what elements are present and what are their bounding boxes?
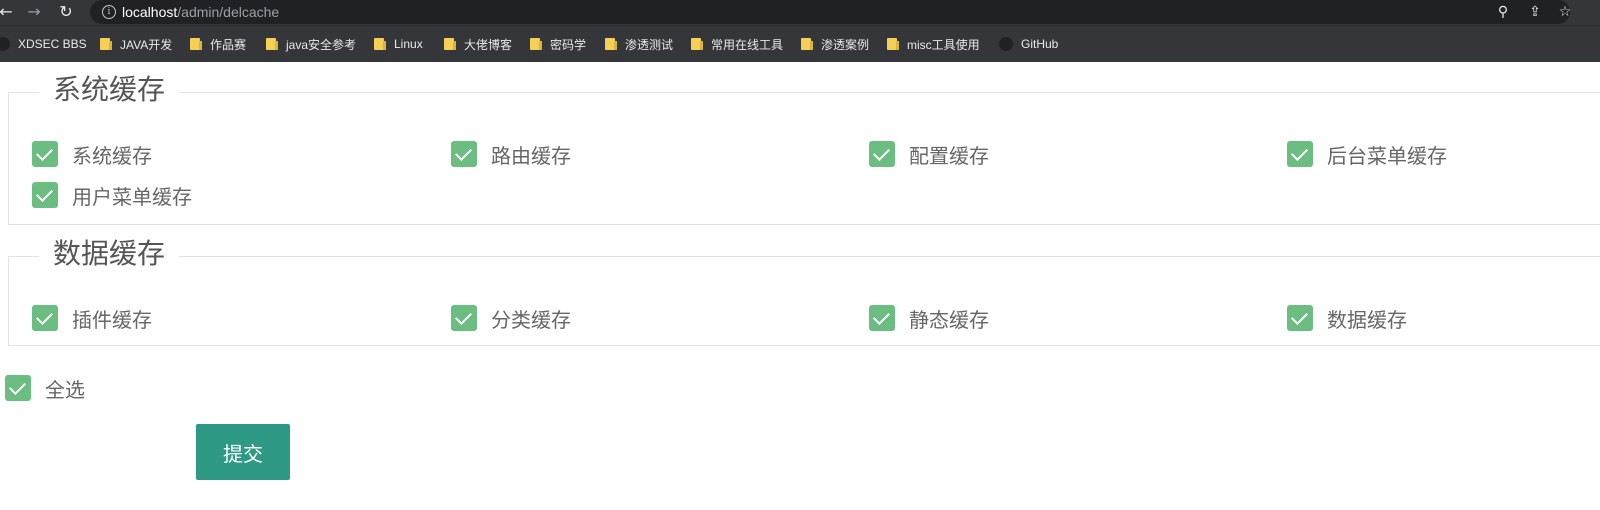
folder-icon [605, 38, 617, 50]
url-text[interactable]: localhost/admin/delcache [122, 3, 279, 21]
bookmark-label: 大佬博客 [464, 37, 513, 52]
bookmark-label: JAVA开发 [120, 37, 173, 52]
folder-icon [887, 38, 899, 50]
bookmark-folder-online-tools[interactable]: 常用在线工具 [691, 35, 783, 53]
address-bar[interactable]: i localhost/admin/delcache ⚲ ⇪ ☆ [90, 0, 1571, 24]
checkmark-icon[interactable] [32, 141, 58, 167]
bookmark-folder-blogs[interactable]: 大佬博客 [444, 35, 512, 53]
checkmark-icon[interactable] [32, 305, 58, 331]
bookmark-folder-java-security[interactable]: java安全参考 [266, 35, 356, 53]
bookmark-label: GitHub [1021, 37, 1059, 51]
checkmark-icon[interactable] [1287, 141, 1313, 167]
browser-toolbar: ← → ↻ i localhost/admin/delcache ⚲ ⇪ ☆ [0, 0, 1600, 25]
bookmark-folder-pentest[interactable]: 渗透测试 [605, 35, 673, 53]
folder-icon [444, 38, 456, 50]
bookmark-label: Linux [394, 37, 423, 51]
site-icon [0, 37, 10, 51]
bookmark-folder-works[interactable]: 作品赛 [190, 35, 246, 53]
checkmark-icon[interactable] [1287, 305, 1313, 331]
checkmark-icon[interactable] [5, 375, 31, 401]
bookmarks-bar: XDSEC BBS JAVA开发 作品赛 java安全参考 Linux 大佬博客… [0, 25, 1600, 62]
system-cache-fieldset: 系统缓存 系统缓存 路由缓存 配置缓存 后台菜单缓存 用户菜单缓存 [8, 73, 1600, 225]
bookmark-star-icon[interactable]: ☆ [1556, 3, 1574, 21]
bookmark-folder-crypto[interactable]: 密码学 [530, 35, 586, 53]
checkbox-label: 数据缓存 [1327, 307, 1407, 332]
back-arrow-icon[interactable]: ← [0, 2, 16, 22]
checkbox-label: 插件缓存 [72, 307, 152, 332]
bookmark-folder-java[interactable]: JAVA开发 [100, 35, 172, 53]
folder-icon [691, 38, 703, 50]
bookmark-label: java安全参考 [286, 37, 357, 52]
folder-icon [530, 38, 542, 50]
bookmark-label: 常用在线工具 [711, 37, 784, 52]
folder-icon [374, 38, 386, 50]
checkbox-label: 后台菜单缓存 [1327, 143, 1447, 168]
submit-button[interactable]: 提交 [196, 424, 290, 480]
checkbox-plugin-cache[interactable]: 插件缓存 [32, 304, 152, 332]
reload-icon[interactable]: ↻ [56, 2, 76, 22]
forward-arrow-icon[interactable]: → [24, 2, 44, 22]
folder-icon [100, 38, 112, 50]
checkbox-label: 系统缓存 [72, 143, 152, 168]
info-icon[interactable]: i [102, 5, 116, 19]
bookmark-xdsec[interactable]: XDSEC BBS [0, 35, 87, 53]
checkmark-icon[interactable] [451, 141, 477, 167]
bookmark-label: 渗透案例 [821, 37, 870, 52]
checkbox-route-cache[interactable]: 路由缓存 [451, 140, 571, 168]
bookmark-folder-misc-tools[interactable]: misc工具使用 [887, 35, 980, 53]
zoom-icon[interactable]: ⚲ [1494, 3, 1512, 21]
bookmark-label: misc工具使用 [907, 37, 980, 52]
checkbox-config-cache[interactable]: 配置缓存 [869, 140, 989, 168]
checkbox-select-all[interactable]: 全选 [5, 374, 85, 402]
bookmark-folder-pentest-cases[interactable]: 渗透案例 [801, 35, 869, 53]
checkbox-label: 用户菜单缓存 [72, 184, 192, 209]
checkbox-data-cache[interactable]: 数据缓存 [1287, 304, 1407, 332]
bookmark-label: 密码学 [550, 37, 587, 52]
github-icon [999, 37, 1013, 51]
bookmark-github[interactable]: GitHub [999, 35, 1058, 53]
checkmark-icon[interactable] [451, 305, 477, 331]
folder-icon [266, 38, 278, 50]
share-icon[interactable]: ⇪ [1526, 3, 1544, 21]
checkbox-label: 路由缓存 [491, 143, 571, 168]
checkbox-label: 分类缓存 [491, 307, 571, 332]
checkmark-icon[interactable] [869, 305, 895, 331]
bookmark-label: XDSEC BBS [18, 37, 87, 51]
bookmark-label: 渗透测试 [625, 37, 674, 52]
data-cache-fieldset: 数据缓存 插件缓存 分类缓存 静态缓存 数据缓存 [8, 237, 1600, 346]
select-all-label: 全选 [45, 377, 85, 402]
folder-icon [190, 38, 202, 50]
checkbox-category-cache[interactable]: 分类缓存 [451, 304, 571, 332]
checkbox-system-cache[interactable]: 系统缓存 [32, 140, 152, 168]
data-cache-legend: 数据缓存 [39, 237, 180, 271]
checkmark-icon[interactable] [32, 182, 58, 208]
url-host: localhost [122, 4, 178, 20]
checkbox-user-menu-cache[interactable]: 用户菜单缓存 [32, 181, 192, 209]
url-path: /admin/delcache [177, 4, 280, 20]
bookmark-folder-linux[interactable]: Linux [374, 35, 423, 53]
folder-icon [801, 38, 813, 50]
checkbox-label: 静态缓存 [909, 307, 989, 332]
system-cache-legend: 系统缓存 [39, 73, 180, 107]
checkbox-admin-menu-cache[interactable]: 后台菜单缓存 [1287, 140, 1447, 168]
checkbox-static-cache[interactable]: 静态缓存 [869, 304, 989, 332]
checkmark-icon[interactable] [869, 141, 895, 167]
checkbox-label: 配置缓存 [909, 143, 989, 168]
bookmark-label: 作品赛 [210, 37, 247, 52]
